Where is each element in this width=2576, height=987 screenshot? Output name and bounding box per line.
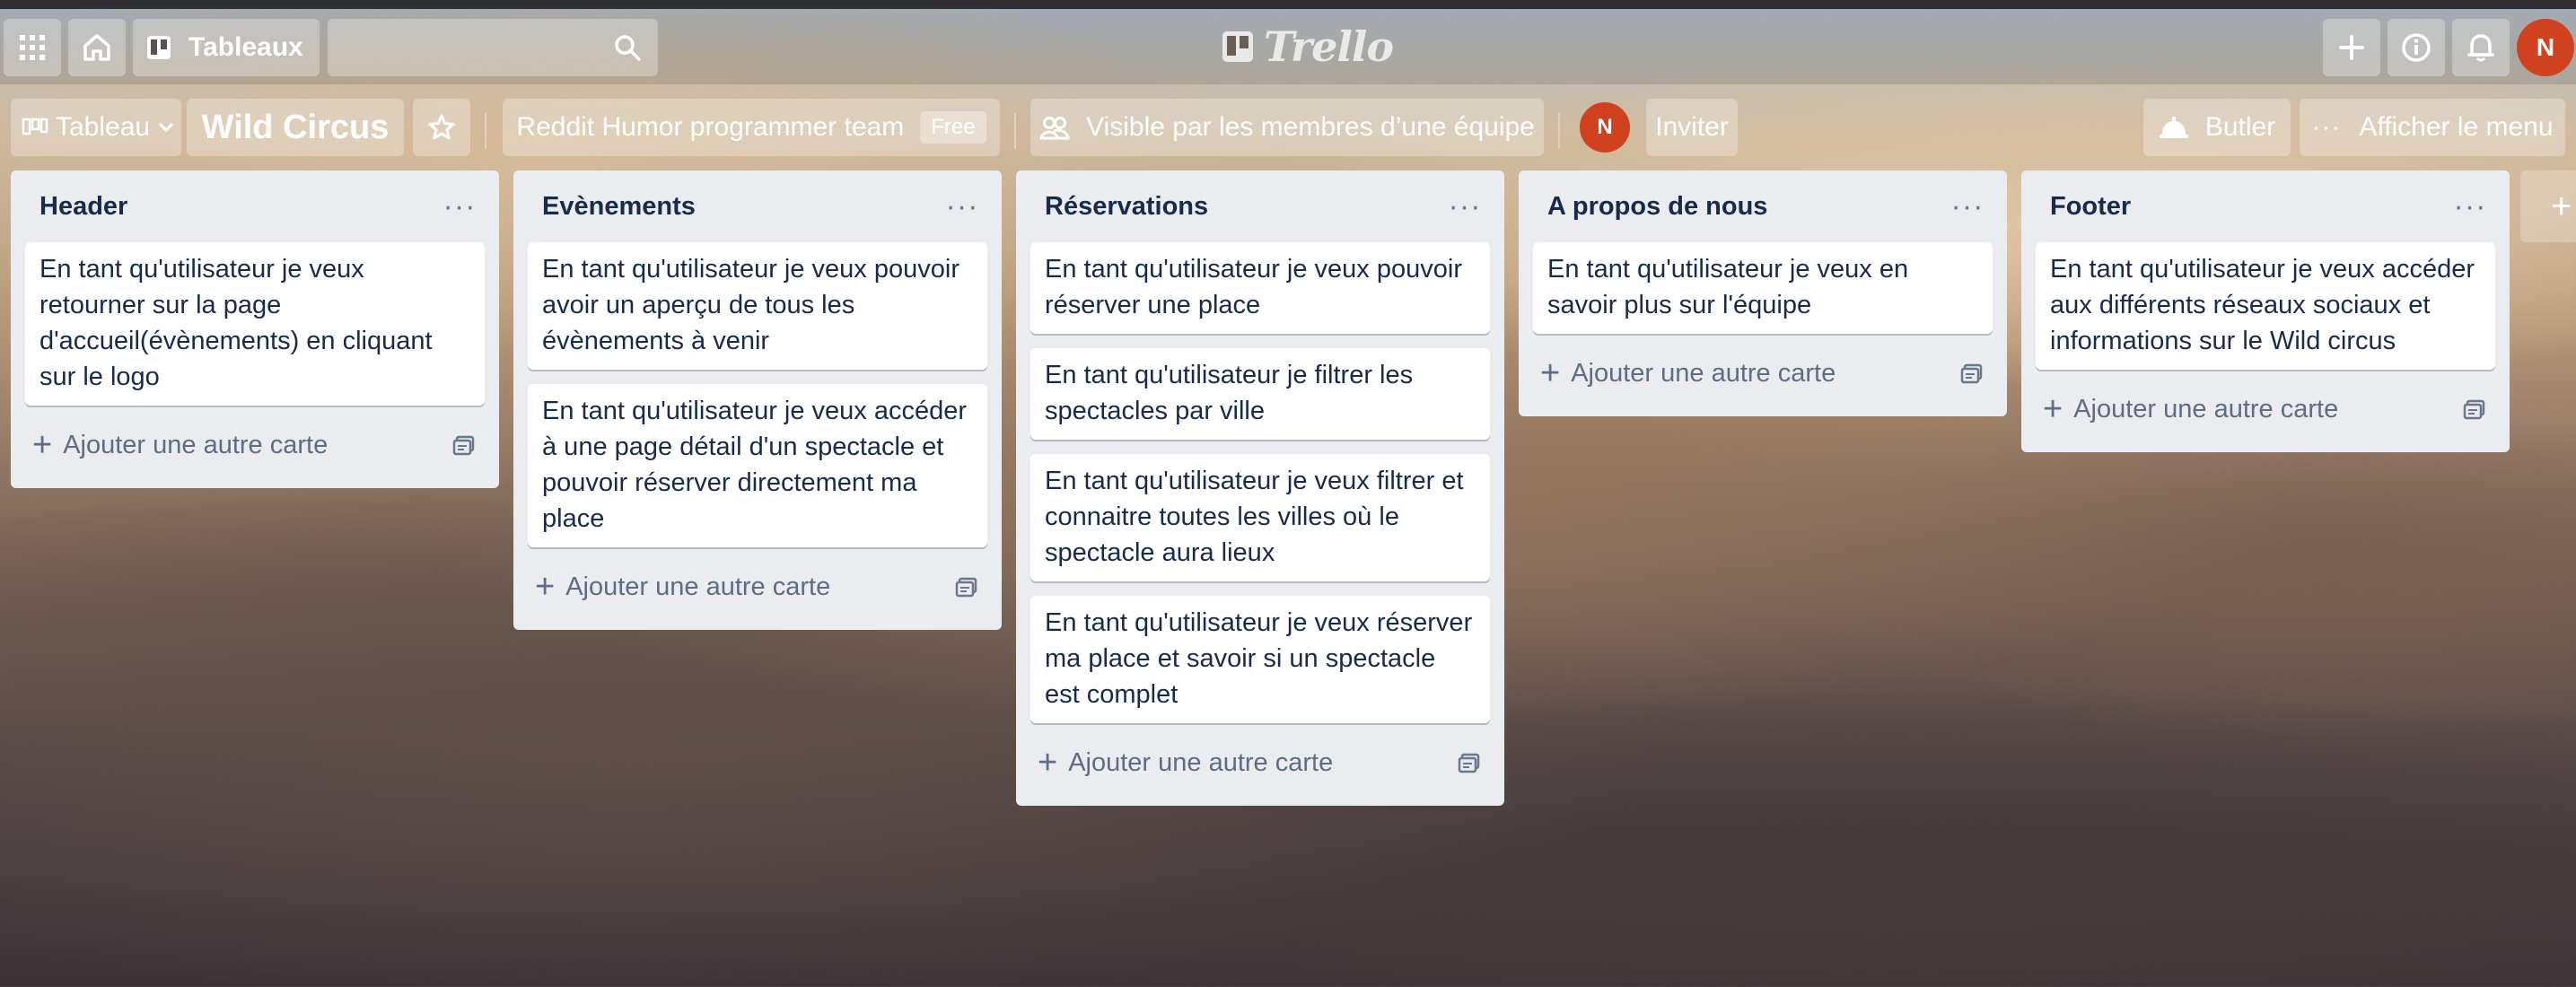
list-title[interactable]: Footer — [2050, 192, 2131, 222]
plus-icon: + — [32, 426, 53, 464]
member-avatar[interactable]: N — [1580, 102, 1630, 153]
add-card-button[interactable]: + Ajouter une autre carte — [25, 416, 485, 474]
add-card-label: Ajouter une autre carte — [565, 572, 831, 601]
invite-button[interactable]: Inviter — [1646, 99, 1738, 156]
list-title[interactable]: Réservations — [1045, 192, 1208, 222]
trello-logo[interactable]: Trello — [1221, 22, 1394, 72]
plus-icon: + — [535, 568, 556, 606]
list-evenements-column: Evènements ··· En tant qu'utilisateur je… — [513, 170, 1002, 630]
info-icon — [2402, 33, 2431, 62]
butler-label: Butler — [2204, 112, 2276, 142]
boardbar-separator — [1558, 113, 1560, 149]
apps-grid-icon — [20, 35, 45, 60]
list-menu-icon[interactable]: ··· — [1942, 188, 1993, 224]
list-a-propos-column: A propos de nous ··· En tant qu'utilisat… — [1519, 170, 2007, 416]
add-card-button[interactable]: + Ajouter une autre carte — [1533, 345, 1993, 402]
list-header: Footer ··· — [2036, 170, 2495, 242]
team-plan-badge: Free — [920, 111, 986, 144]
plus-icon: + — [1540, 354, 1561, 392]
home-icon — [83, 34, 110, 61]
notifications-button[interactable] — [2452, 19, 2510, 76]
show-menu-label: Afficher le menu — [2359, 112, 2554, 142]
card[interactable]: En tant qu'utilisateur je veux en savoir… — [1533, 242, 1993, 334]
search-icon — [615, 35, 641, 61]
card[interactable]: En tant qu'utilisateur je veux accéder à… — [528, 384, 987, 547]
card[interactable]: En tant qu'utilisateur je veux retourner… — [25, 242, 485, 406]
add-card-button[interactable]: + Ajouter une autre carte — [1030, 734, 1490, 791]
add-card-label: Ajouter une autre carte — [63, 430, 329, 459]
card-template-icon[interactable] — [1960, 362, 1984, 384]
list-title[interactable]: Header — [39, 192, 127, 222]
plus-icon: + — [2043, 390, 2063, 428]
list-menu-icon[interactable]: ··· — [2445, 188, 2495, 224]
create-button[interactable] — [2323, 19, 2380, 76]
boardbar-separator — [485, 113, 486, 149]
list-header: Réservations ··· — [1030, 170, 1490, 242]
board-title: Wild Circus — [201, 108, 390, 146]
list-header-column: Header ··· En tant qu'utilisateur je veu… — [11, 170, 499, 488]
team-name: Reddit Humor programmer team — [516, 112, 905, 142]
butler-button[interactable]: Butler — [2143, 99, 2291, 156]
card[interactable]: En tant qu'utilisateur je veux pouvoir a… — [528, 242, 987, 370]
team-button[interactable]: Reddit Humor programmer team Free — [503, 99, 1000, 156]
chevron-down-icon — [159, 122, 174, 133]
add-card-label: Ajouter une autre carte — [2073, 394, 2339, 424]
add-list-button[interactable]: + — [2520, 170, 2576, 242]
trello-logo-icon — [1222, 31, 1253, 62]
star-board-button[interactable] — [413, 99, 470, 156]
board-title-button[interactable]: Wild Circus — [187, 99, 404, 156]
list-title[interactable]: A propos de nous — [1547, 192, 1767, 222]
list-header: A propos de nous ··· — [1533, 170, 1993, 242]
invite-label: Inviter — [1655, 112, 1729, 142]
list-menu-icon[interactable]: ··· — [434, 188, 485, 224]
card[interactable]: En tant qu'utilisateur je veux accéder a… — [2036, 242, 2495, 370]
bell-icon — [2467, 34, 2494, 62]
add-card-label: Ajouter une autre carte — [1068, 747, 1334, 777]
add-list-plus-icon: + — [2551, 186, 2572, 226]
star-icon — [428, 114, 455, 140]
search-input[interactable] — [328, 19, 658, 76]
list-menu-icon[interactable]: ··· — [1440, 188, 1490, 224]
plus-icon — [2339, 35, 2364, 60]
user-avatar[interactable]: N — [2517, 19, 2574, 76]
list-reservations-column: Réservations ··· En tant qu'utilisateur … — [1016, 170, 1504, 806]
window-top-strip — [0, 0, 2576, 9]
card-template-icon[interactable] — [2463, 398, 2486, 420]
trello-logo-text: Trello — [1264, 22, 1394, 71]
card[interactable]: En tant qu'utilisateur je filtrer les sp… — [1030, 348, 1490, 440]
apps-button[interactable] — [4, 19, 61, 76]
card-template-icon[interactable] — [1458, 752, 1481, 773]
user-avatar-initial: N — [2536, 33, 2555, 61]
visibility-button[interactable]: Visible par les membres d’une équipe — [1030, 99, 1544, 156]
show-menu-button[interactable]: ··· Afficher le menu — [2300, 99, 2565, 156]
card[interactable]: En tant qu'utilisateur je veux filtrer e… — [1030, 454, 1490, 581]
card[interactable]: En tant qu'utilisateur je veux réserver … — [1030, 596, 1490, 723]
boards-label: Tableaux — [188, 32, 303, 62]
list-header: Evènements ··· — [528, 170, 987, 242]
list-header: Header ··· — [25, 170, 485, 242]
visibility-label: Visible par les membres d’une équipe — [1086, 112, 1535, 142]
add-card-button[interactable]: + Ajouter une autre carte — [2036, 380, 2495, 438]
info-button[interactable] — [2388, 19, 2445, 76]
board-view-switcher[interactable]: Tableau — [11, 99, 181, 156]
member-avatar-initial: N — [1597, 115, 1613, 139]
add-card-label: Ajouter une autre carte — [1571, 358, 1836, 388]
team-visibility-icon — [1039, 117, 1070, 140]
card-template-icon[interactable] — [955, 576, 978, 598]
plus-icon: + — [1038, 744, 1058, 782]
board-view-label: Tableau — [56, 112, 151, 142]
boardbar-separator — [1014, 113, 1016, 149]
list-footer-column: Footer ··· En tant qu'utilisateur je veu… — [2021, 170, 2510, 452]
boards-icon — [147, 36, 171, 59]
more-dots-icon: ··· — [2311, 112, 2342, 142]
list-menu-icon[interactable]: ··· — [937, 188, 987, 224]
card-template-icon[interactable] — [452, 434, 476, 456]
add-card-button[interactable]: + Ajouter une autre carte — [528, 558, 987, 616]
boards-button[interactable]: Tableaux — [133, 19, 320, 76]
list-title[interactable]: Evènements — [542, 192, 696, 222]
board-view-icon — [22, 118, 48, 135]
home-button[interactable] — [68, 19, 126, 76]
butler-bell-icon — [2159, 117, 2188, 138]
card[interactable]: En tant qu'utilisateur je veux pouvoir r… — [1030, 242, 1490, 334]
